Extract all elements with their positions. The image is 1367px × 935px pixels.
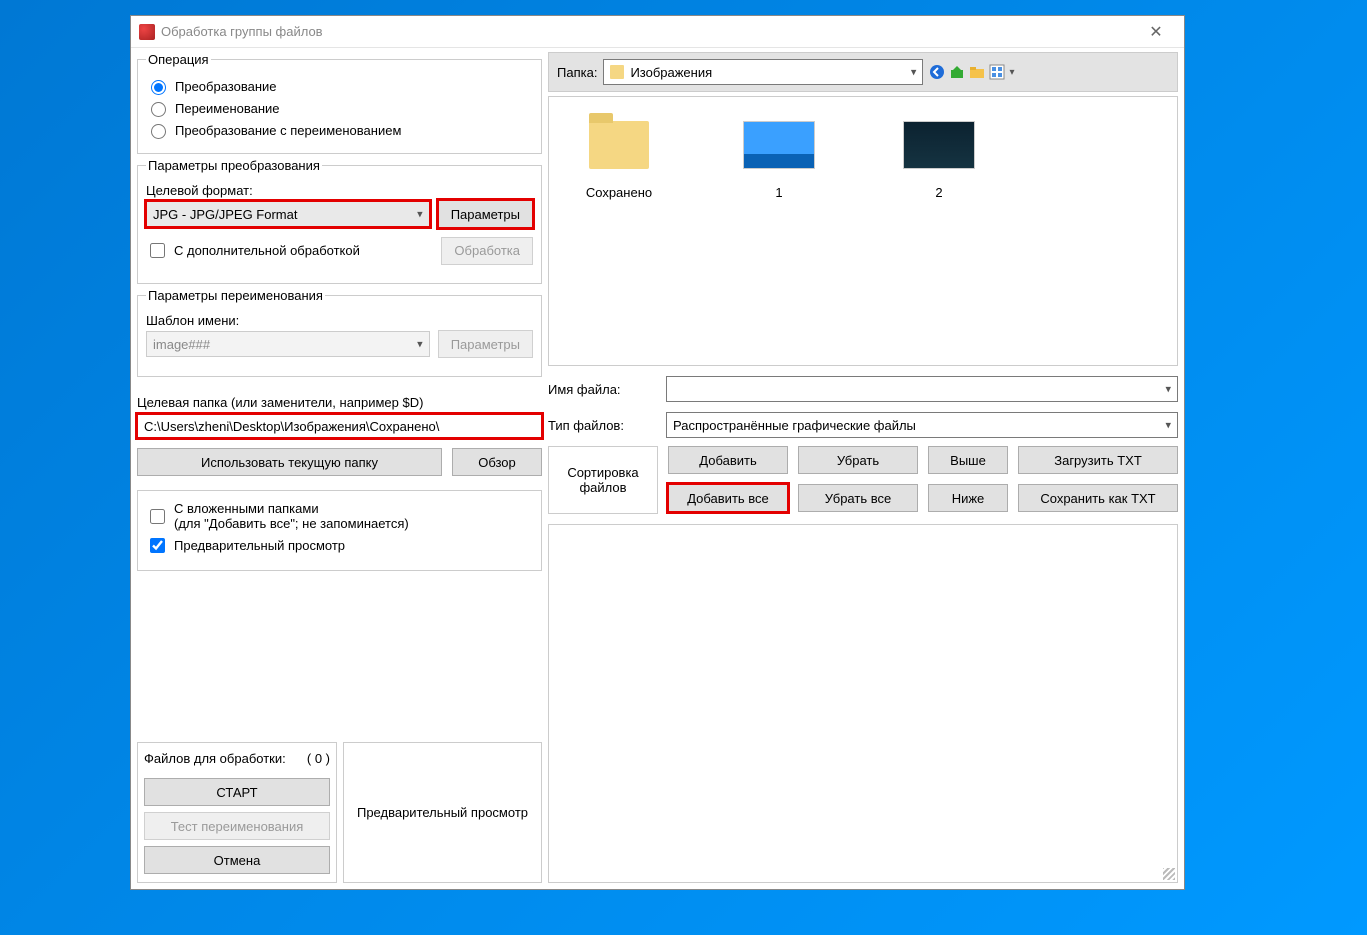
file-list[interactable] (548, 524, 1178, 883)
up-folder-icon[interactable] (949, 64, 965, 80)
filename-label: Имя файла: (548, 382, 658, 397)
folder-icon (589, 121, 649, 169)
name-template-label: Шаблон имени: (146, 313, 533, 328)
folder-icon (610, 65, 624, 79)
with-subfolders-text: С вложенными папками (для "Добавить все"… (174, 501, 409, 531)
radio-rename-input[interactable] (151, 102, 166, 117)
action-grid: Сортировка файлов Добавить Убрать Выше З… (548, 446, 1178, 514)
target-format-label: Целевой формат: (146, 183, 533, 198)
radio-both-input[interactable] (151, 124, 166, 139)
run-panel: Файлов для обработки: ( 0 ) СТАРТ Тест п… (137, 742, 337, 883)
convert-params-group: Параметры преобразования Целевой формат:… (137, 158, 542, 284)
with-subfolders-checkbox[interactable] (150, 509, 165, 524)
with-subfolders-check[interactable]: С вложенными папками (для "Добавить все"… (146, 501, 533, 531)
add-button[interactable]: Добавить (668, 446, 788, 474)
batch-conversion-window: Обработка группы файлов ✕ Операция Преоб… (130, 15, 1185, 890)
add-all-button[interactable]: Добавить все (668, 484, 788, 512)
convert-params-legend: Параметры преобразования (146, 158, 322, 173)
radio-convert-input[interactable] (151, 80, 166, 95)
preview-panel-label: Предварительный просмотр (357, 805, 528, 820)
remove-all-button[interactable]: Убрать все (798, 484, 918, 512)
chevron-down-icon: ▾ (1165, 383, 1171, 396)
close-button[interactable]: ✕ (1136, 18, 1176, 46)
sort-files-label: Сортировка файлов (548, 446, 658, 514)
view-icon[interactable] (989, 64, 1005, 80)
load-txt-button[interactable]: Загрузить TXT (1018, 446, 1178, 474)
folder-select[interactable]: Изображения ▾ (603, 59, 923, 85)
chevron-down-icon: ▾ (417, 208, 423, 221)
use-current-folder-button[interactable]: Использовать текущую папку (137, 448, 442, 476)
filetype-select[interactable]: Распространённые графические файлы ▾ (666, 412, 1178, 438)
radio-convert-label: Преобразование (175, 79, 277, 94)
thumb-image-2[interactable]: 2 (879, 107, 999, 355)
cancel-button[interactable]: Отмена (144, 846, 330, 874)
view-dropdown-icon[interactable]: ▾ (1009, 67, 1014, 78)
operation-group: Операция Преобразование Переименование П… (137, 52, 542, 154)
window-title: Обработка группы файлов (161, 24, 1136, 39)
preview-check[interactable]: Предварительный просмотр (146, 535, 533, 556)
image-icon (743, 121, 815, 169)
right-pane: Папка: Изображения ▾ ▾ Сохранено (548, 52, 1178, 883)
chevron-down-icon: ▾ (911, 66, 917, 79)
radio-both-label: Преобразование с переименованием (175, 123, 401, 138)
browse-button[interactable]: Обзор (452, 448, 542, 476)
operation-legend: Операция (146, 52, 211, 67)
preview-checkbox[interactable] (150, 538, 165, 553)
extra-processing-label: С дополнительной обработкой (174, 243, 360, 258)
app-icon (139, 24, 155, 40)
save-txt-button[interactable]: Сохранить как TXT (1018, 484, 1178, 512)
extra-processing-checkbox[interactable] (150, 243, 165, 258)
format-params-button[interactable]: Параметры (438, 200, 533, 228)
with-subfolders-note: (для "Добавить все"; не запоминается) (174, 516, 409, 531)
rename-params-button: Параметры (438, 330, 533, 358)
preview-panel: Предварительный просмотр (343, 742, 542, 883)
name-template-value: image### (153, 337, 210, 352)
target-folder-label: Целевая папка (или заменители, например … (137, 395, 542, 410)
back-icon[interactable] (929, 64, 945, 80)
target-folder-input[interactable] (137, 414, 542, 438)
thumb-caption: Сохранено (559, 185, 679, 200)
radio-both[interactable]: Преобразование с переименованием (146, 121, 533, 139)
extra-processing-check[interactable]: С дополнительной обработкой (146, 240, 433, 261)
left-pane: Операция Преобразование Переименование П… (137, 52, 542, 883)
files-count: ( 0 ) (307, 751, 330, 766)
thumb-caption: 1 (719, 185, 839, 200)
name-template-select: image### ▾ (146, 331, 430, 357)
thumbnail-area[interactable]: Сохранено 1 2 (548, 96, 1178, 366)
filename-select[interactable]: ▾ (666, 376, 1178, 402)
thumb-caption: 2 (879, 185, 999, 200)
chevron-down-icon: ▾ (417, 338, 423, 351)
radio-rename[interactable]: Переименование (146, 99, 533, 117)
filetype-label: Тип файлов: (548, 418, 658, 433)
preview-label: Предварительный просмотр (174, 538, 345, 553)
rename-params-group: Параметры переименования Шаблон имени: i… (137, 288, 542, 377)
move-up-button[interactable]: Выше (928, 446, 1008, 474)
chevron-down-icon: ▾ (1165, 419, 1171, 432)
move-down-button[interactable]: Ниже (928, 484, 1008, 512)
subdir-group: С вложенными папками (для "Добавить все"… (137, 490, 542, 571)
radio-convert[interactable]: Преобразование (146, 77, 533, 95)
open-folder-icon[interactable] (969, 64, 985, 80)
folder-value: Изображения (630, 65, 712, 80)
titlebar: Обработка группы файлов ✕ (131, 16, 1184, 48)
rename-params-legend: Параметры переименования (146, 288, 325, 303)
target-format-value: JPG - JPG/JPEG Format (153, 207, 297, 222)
filetype-value: Распространённые графические файлы (673, 418, 916, 433)
thumb-image-1[interactable]: 1 (719, 107, 839, 355)
with-subfolders-label: С вложенными папками (174, 501, 319, 516)
image-icon (903, 121, 975, 169)
test-rename-button: Тест переименования (144, 812, 330, 840)
radio-rename-label: Переименование (175, 101, 280, 116)
start-button[interactable]: СТАРТ (144, 778, 330, 806)
processing-button: Обработка (441, 237, 533, 265)
window-body: Операция Преобразование Переименование П… (131, 48, 1184, 889)
folder-bar: Папка: Изображения ▾ ▾ (548, 52, 1178, 92)
files-for-label: Файлов для обработки: (144, 751, 286, 766)
target-format-select[interactable]: JPG - JPG/JPEG Format ▾ (146, 201, 430, 227)
folder-label: Папка: (557, 65, 597, 80)
thumb-folder[interactable]: Сохранено (559, 107, 679, 355)
remove-button[interactable]: Убрать (798, 446, 918, 474)
